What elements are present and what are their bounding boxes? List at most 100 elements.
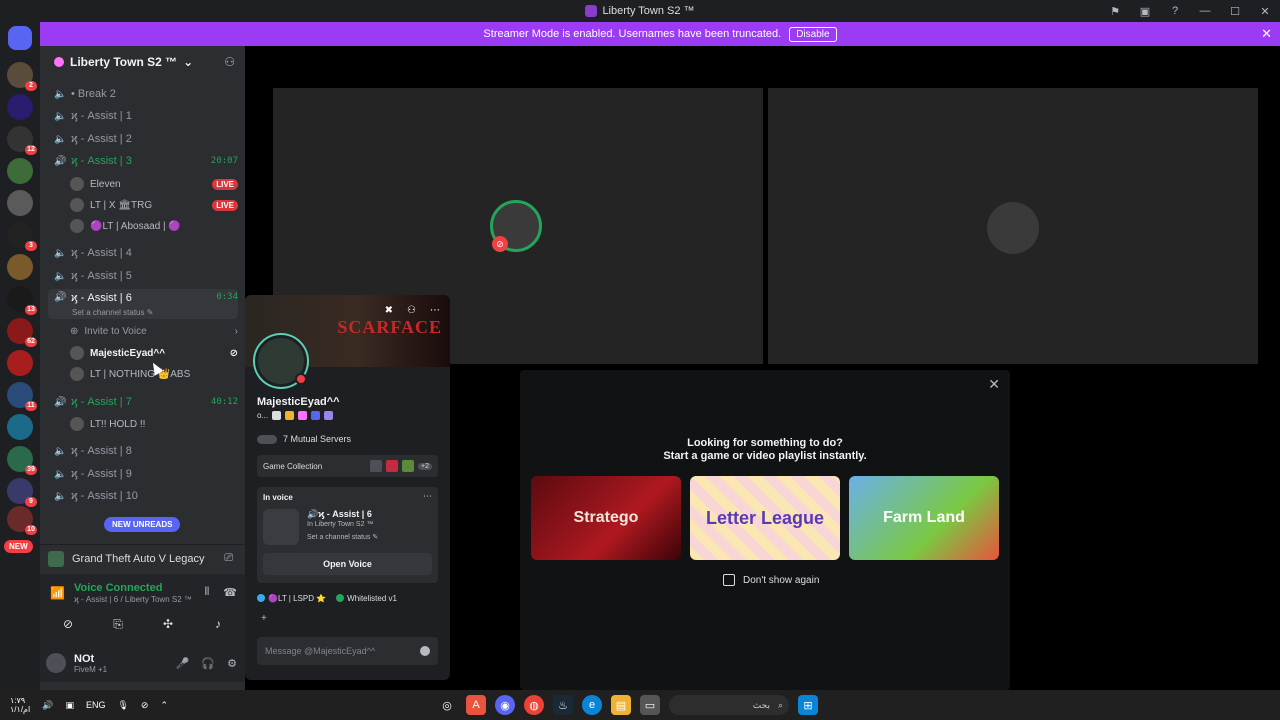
voice-status[interactable]: Voice Connected [74,582,162,594]
voice-channel-path[interactable]: ϗ - Assist | 6 / Liberty Town S2 ™ [74,595,192,604]
voice-user[interactable]: 🟣LT | Abosaad | 🟣 [70,216,238,236]
steam-icon[interactable]: ♨ [553,695,573,715]
minimize-icon[interactable]: — [1190,0,1220,22]
disconnect-icon[interactable]: ☎ [223,586,237,599]
voice-channel[interactable]: 🔊 ϗ - Assist | 7 40:12 [48,392,238,412]
more-icon[interactable]: ⋯ [430,305,440,316]
add-friend-icon[interactable]: ⚇ [407,305,416,316]
chevron-up-icon[interactable]: ⌃ [160,700,168,711]
server-icon[interactable] [7,350,33,376]
voice-channel-status[interactable]: Set a channel status ✎ [307,533,378,541]
disable-streamer-button[interactable]: Disable [789,26,837,42]
server-header[interactable]: Liberty Town S2 ™ ⌄ ⚇ [40,46,245,78]
voice-channel[interactable]: 🔈 ϗ - Assist | 5 [48,266,238,286]
obs-icon[interactable]: ◎ [437,695,457,715]
noise-suppression-icon[interactable]: ⦀ [204,586,209,599]
dont-show-checkbox[interactable] [723,574,735,586]
game-card-stratego[interactable]: Stratego [531,476,681,560]
language-indicator[interactable]: ENG [86,700,106,710]
server-icon[interactable]: 62 [7,318,37,347]
mutual-servers[interactable]: 7 Mutual Servers [257,434,351,444]
new-unreads-button[interactable]: NEW UNREADS [104,517,181,532]
volume-icon[interactable]: 🔊 [42,700,53,711]
dont-show-again[interactable]: Don't show again [723,574,819,586]
invite-people-icon[interactable]: ⚇ [224,55,235,69]
location-off-icon[interactable]: ⊘ [141,700,149,711]
file-explorer-icon[interactable]: ▤ [611,695,631,715]
server-icon[interactable] [7,254,33,280]
activities-icon[interactable]: ✣ [146,612,190,636]
microphone-icon[interactable]: 🎤 [176,657,190,670]
game-collection[interactable]: Game Collection +2 [257,455,438,477]
role-chip[interactable]: 🟣LT | LSPD ⭐ [257,594,326,603]
server-icon[interactable]: 2 [7,62,37,91]
discord-home-icon[interactable] [8,26,32,50]
network-icon[interactable]: ▣ [65,700,74,711]
voice-user[interactable]: Eleven LIVE [70,174,238,194]
voice-channel[interactable]: 🔈 ϗ - Assist | 8 [48,441,238,461]
discord-icon[interactable]: ◉ [495,695,515,715]
flag-icon[interactable]: ⚑ [1100,0,1130,22]
voice-channel[interactable]: 🔊 ϗ - Assist | 3 20:07 [48,151,238,171]
settings-gear-icon[interactable]: ⚙ [227,657,237,670]
help-icon[interactable]: ? [1160,0,1190,22]
voice-user[interactable]: LT | X 🏛TRG LIVE [70,195,238,215]
server-icon[interactable] [7,190,33,216]
close-icon[interactable]: ✕ [1250,0,1280,22]
open-voice-button[interactable]: Open Voice [263,553,432,575]
server-icon[interactable] [7,414,33,440]
server-icon[interactable] [7,158,33,184]
badge-icon[interactable] [324,411,334,420]
chrome-icon[interactable]: ◍ [524,695,544,715]
server-icon[interactable]: 11 [7,382,37,411]
server-icon[interactable]: 12 [7,126,37,155]
server-icon[interactable]: 9 [7,478,37,507]
app-icon[interactable]: A [466,695,486,715]
windows-start-icon[interactable]: ⊞ [798,695,818,715]
camera-off-icon[interactable]: ⊘ [46,612,90,636]
badge-icon[interactable] [285,411,295,420]
server-icon[interactable]: 39 [7,446,37,475]
edge-icon[interactable]: e [582,695,602,715]
close-voice-icon[interactable]: ✖ [385,305,393,316]
invite-to-voice[interactable]: ⊕ Invite to Voice › [70,322,238,340]
channel-status[interactable]: Set a channel status ✎ [72,308,153,317]
server-icon[interactable]: 3 [7,222,37,251]
add-role-button[interactable]: + [261,613,267,624]
server-icon[interactable]: 10 [7,506,37,535]
headphones-icon[interactable]: 🎧 [201,657,215,670]
server-icon[interactable] [7,94,33,120]
game-card-letter-league[interactable]: Letter League [690,476,840,560]
voice-user[interactable]: MajesticEyad^^ ⊘ [70,343,238,363]
avatar[interactable] [46,653,66,673]
record-icon[interactable]: ▣ [1130,0,1160,22]
game-card-farm-land[interactable]: Farm Land [849,476,999,560]
microphone-icon[interactable]: 🎙 [117,700,128,711]
task-view-icon[interactable]: ▭ [640,695,660,715]
more-icon[interactable]: ⋯ [423,491,432,502]
voice-channel[interactable]: 🔈 ϗ - Assist | 1 [48,106,238,126]
role-chip[interactable]: Whitelisted v1 [336,594,397,603]
voice-channel[interactable]: 🔈 • Break 2 [48,84,238,104]
new-pill[interactable]: NEW [4,540,33,553]
stream-icon[interactable]: ⎚ [224,552,233,565]
video-tile[interactable] [768,88,1258,364]
emoji-icon[interactable] [420,646,430,656]
voice-channel[interactable]: 🔈 ϗ - Assist | 2 [48,129,238,149]
banner-close-icon[interactable]: ✕ [1261,26,1272,42]
user-info[interactable]: NOt FiveM +1 [74,653,107,674]
voice-channel[interactable]: 🔈 ϗ - Assist | 4 [48,243,238,263]
clock[interactable]: ١:٧٩ ام/١/١ [10,696,30,714]
voice-channel[interactable]: 🔈 ϗ - Assist | 9 [48,464,238,484]
message-input[interactable] [265,646,405,656]
voice-user[interactable]: LT!! HOLD !! [70,414,238,434]
voice-channel[interactable]: 🔈 ϗ - Assist | 10 [48,486,238,506]
activity-bar[interactable]: Grand Theft Auto V Legacy ⎚ [40,544,245,572]
taskbar-search[interactable]: بحث ⌕ [669,695,789,715]
badge-icon[interactable] [272,411,282,420]
maximize-icon[interactable]: ☐ [1220,0,1250,22]
soundboard-icon[interactable]: ♪ [196,612,240,636]
badge-icon[interactable] [311,411,321,420]
close-icon[interactable]: ✕ [988,376,1000,393]
screen-share-icon[interactable]: ⎘ [96,612,140,636]
